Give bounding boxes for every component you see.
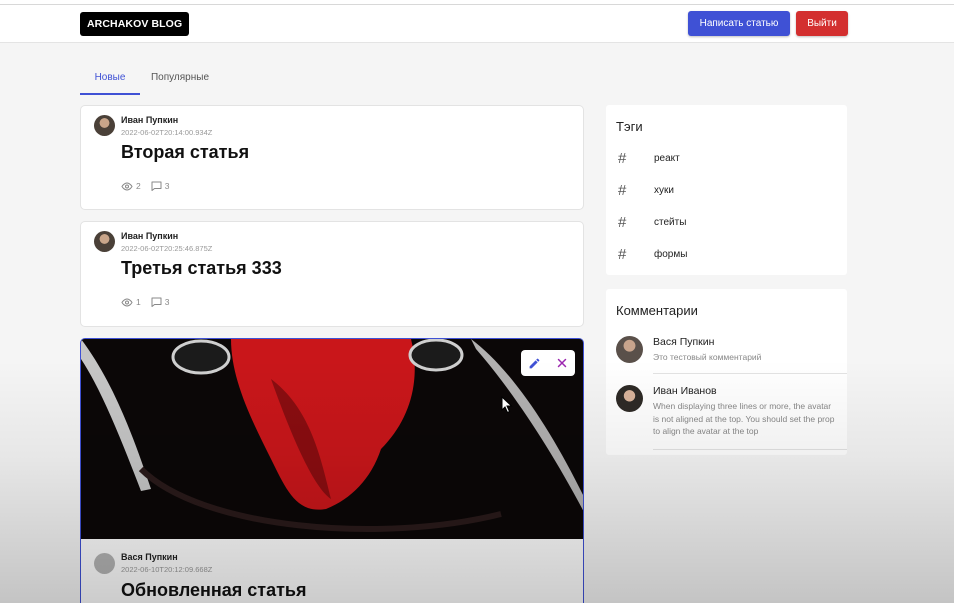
eye-icon bbox=[121, 181, 133, 191]
eye-icon bbox=[121, 297, 133, 307]
tag-item[interactable]: # реакт bbox=[616, 148, 680, 168]
avatar bbox=[94, 115, 115, 136]
comment-author: Иван Иванов bbox=[653, 385, 717, 397]
avatar bbox=[616, 385, 643, 412]
post-author: Иван Пупкин bbox=[121, 115, 179, 125]
comments-panel: Комментарии Вася Пупкин Это тестовый ком… bbox=[606, 289, 847, 455]
hash-icon: # bbox=[618, 213, 627, 231]
comment-item: Иван Иванов When displaying three lines … bbox=[606, 385, 847, 445]
views-stat: 1 bbox=[121, 297, 141, 307]
post-image[interactable] bbox=[81, 339, 583, 539]
views-count: 2 bbox=[136, 181, 141, 191]
blog-logo[interactable]: ARCHAKOV BLOG bbox=[80, 12, 190, 36]
tag-label: стейты bbox=[654, 216, 687, 228]
post-stats: 2 3 bbox=[121, 181, 169, 191]
hash-icon: # bbox=[618, 149, 627, 167]
post-date: 2022-06-02T20:14:00.934Z bbox=[121, 128, 213, 137]
tag-label: формы bbox=[654, 248, 688, 260]
delete-close-icon[interactable] bbox=[556, 357, 568, 369]
tab-new[interactable]: Новые bbox=[80, 64, 140, 95]
post-stats: 1 3 bbox=[121, 297, 169, 307]
comment-icon bbox=[151, 181, 162, 191]
tag-label: реакт bbox=[654, 152, 680, 164]
hash-icon: # bbox=[618, 245, 627, 263]
tag-item[interactable]: # хуки bbox=[616, 180, 674, 200]
avatar bbox=[94, 231, 115, 252]
tags-panel: Тэги # реакт # хуки # стейты # формы bbox=[606, 105, 847, 275]
post-date: 2022-06-10T20:12:09.668Z bbox=[121, 565, 213, 574]
post-card[interactable]: Иван Пупкин 2022-06-02T20:14:00.934Z Вто… bbox=[80, 105, 584, 210]
post-edit-controls bbox=[521, 350, 575, 376]
post-author: Вася Пупкин bbox=[121, 552, 178, 562]
views-stat: 2 bbox=[121, 181, 141, 191]
edit-pencil-icon[interactable] bbox=[528, 357, 541, 370]
post-title[interactable]: Обновленная статья bbox=[121, 580, 307, 601]
comment-text: Это тестовый комментарий bbox=[653, 352, 762, 362]
tag-item[interactable]: # формы bbox=[616, 244, 687, 264]
app-header: ARCHAKOV BLOG Написать статью Выйти bbox=[0, 5, 954, 43]
avatar bbox=[94, 553, 115, 574]
tab-popular[interactable]: Популярные bbox=[148, 64, 212, 95]
divider bbox=[653, 373, 847, 374]
tag-item[interactable]: # стейты bbox=[616, 212, 686, 232]
hash-icon: # bbox=[618, 181, 627, 199]
post-meta: Вася Пупкин 2022-06-10T20:12:09.668Z Обн… bbox=[81, 539, 583, 603]
write-article-button[interactable]: Написать статью bbox=[688, 11, 790, 36]
logout-button[interactable]: Выйти bbox=[796, 11, 848, 36]
comments-count: 3 bbox=[164, 181, 170, 191]
post-title[interactable]: Третья статья 333 bbox=[121, 258, 282, 279]
post-card[interactable]: Иван Пупкин 2022-06-02T20:25:46.875Z Тре… bbox=[80, 221, 584, 327]
views-count: 1 bbox=[136, 297, 141, 307]
post-card-with-image[interactable]: Вася Пупкин 2022-06-10T20:12:09.668Z Обн… bbox=[80, 338, 584, 603]
comment-author: Вася Пупкин bbox=[653, 336, 715, 348]
comments-stat: 3 bbox=[151, 181, 170, 191]
comments-count: 3 bbox=[164, 297, 170, 307]
post-title[interactable]: Вторая статья bbox=[121, 142, 249, 163]
avatar bbox=[616, 336, 643, 363]
comment-item: Вася Пупкин Это тестовый комментарий bbox=[606, 336, 847, 372]
comments-stat: 3 bbox=[151, 297, 170, 307]
mouse-cursor-icon bbox=[501, 396, 513, 414]
tags-title: Тэги bbox=[616, 119, 643, 134]
comments-title: Комментарии bbox=[616, 303, 698, 318]
post-author: Иван Пупкин bbox=[121, 231, 179, 241]
post-image-art bbox=[81, 339, 583, 539]
tag-label: хуки bbox=[654, 184, 674, 196]
comment-icon bbox=[151, 297, 162, 307]
post-date: 2022-06-02T20:25:46.875Z bbox=[121, 244, 213, 253]
comment-text: When displaying three lines or more, the… bbox=[653, 401, 835, 436]
divider bbox=[653, 449, 847, 450]
